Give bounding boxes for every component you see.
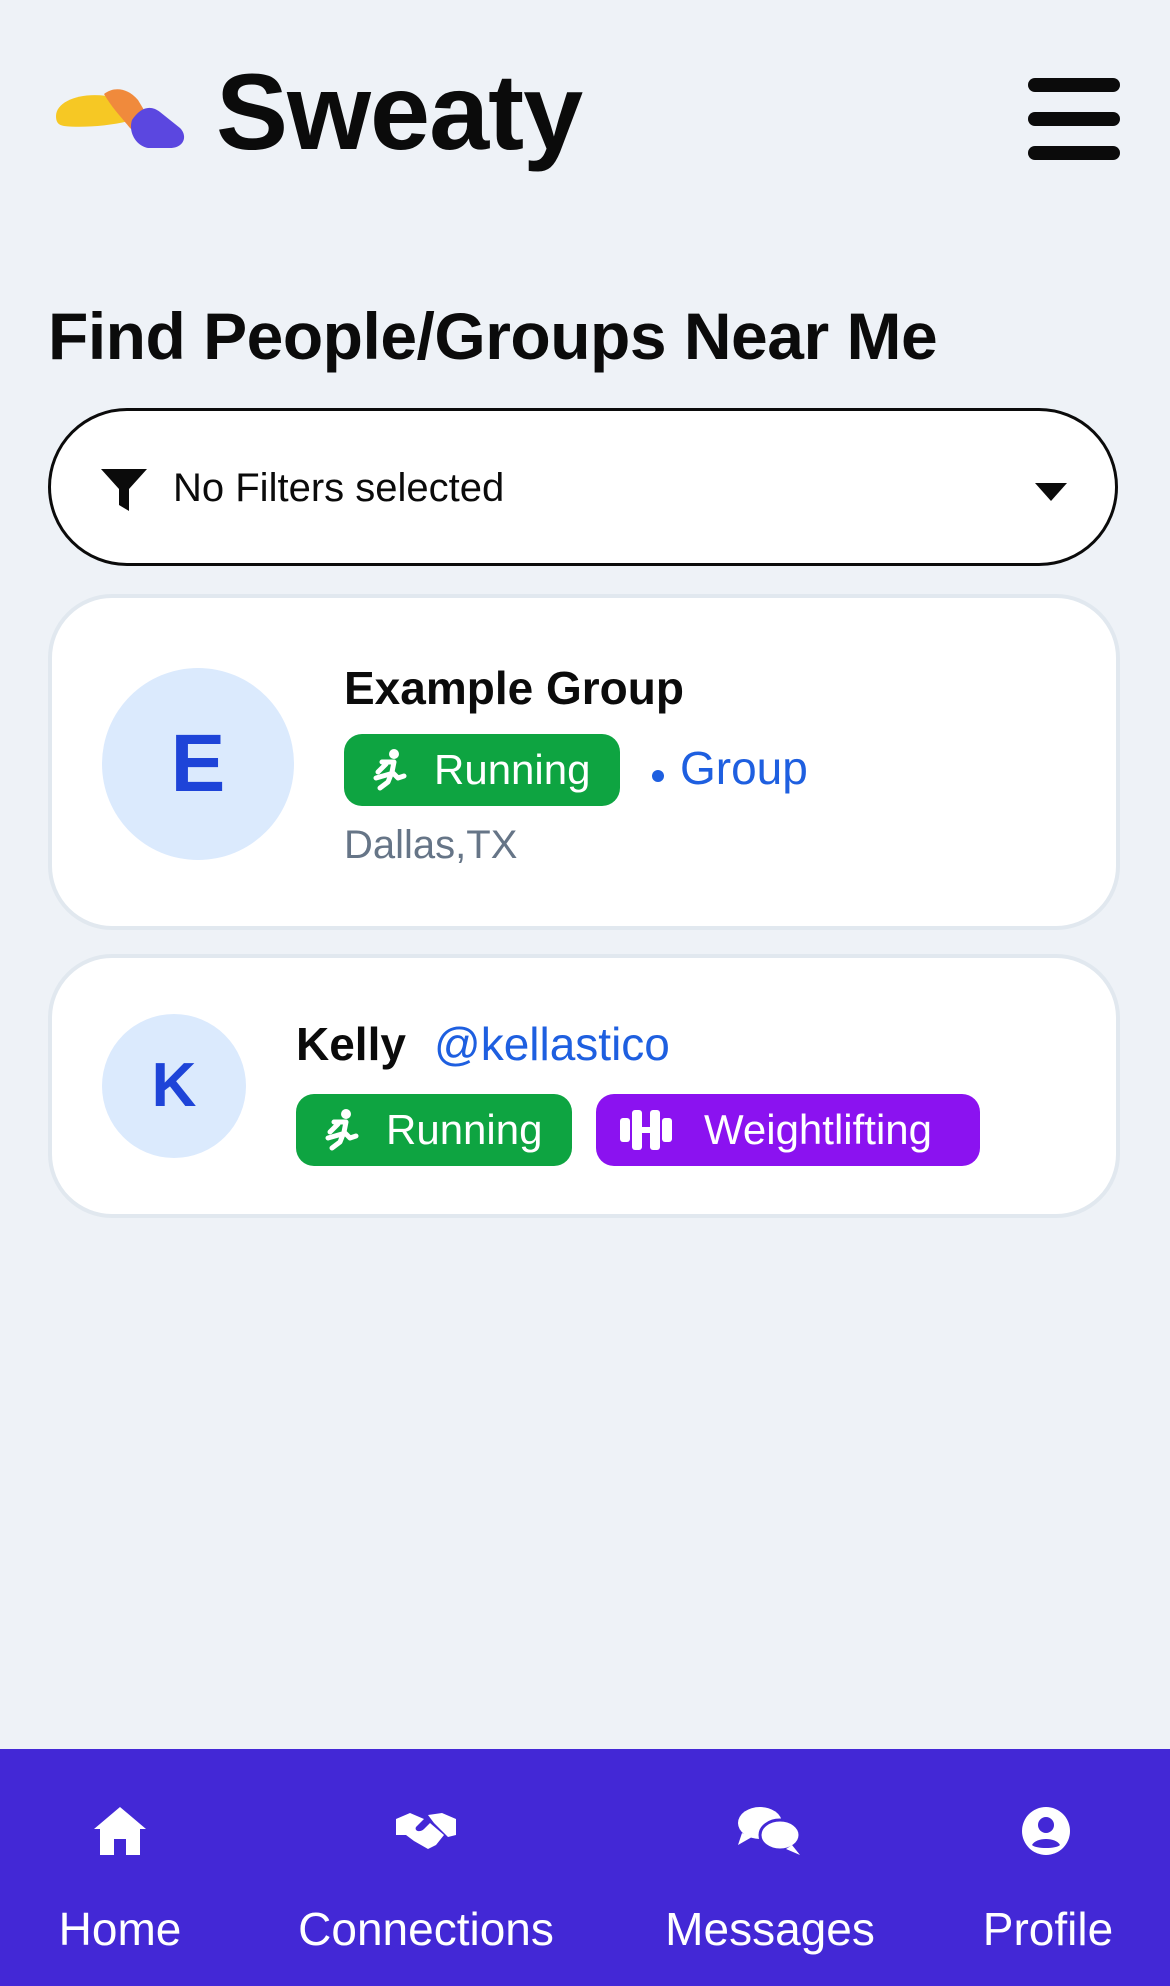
sweaty-logo-icon bbox=[56, 89, 185, 148]
page-title: Find People/Groups Near Me bbox=[48, 299, 938, 373]
hamburger-menu-icon[interactable] bbox=[1024, 74, 1124, 164]
tab-connections[interactable]: Connections bbox=[276, 1749, 576, 1986]
result-card-person[interactable]: K Kelly @kellastico Running Weightliftin… bbox=[48, 954, 1120, 1218]
dumbbell-icon bbox=[620, 1110, 672, 1150]
filter-label: No Filters selected bbox=[173, 466, 505, 510]
result-card-group[interactable]: E Example Group Running Group Dallas,TX bbox=[48, 594, 1120, 930]
user-circle-icon bbox=[1022, 1807, 1070, 1855]
activity-tag-running: Running bbox=[296, 1094, 572, 1166]
filter-dropdown[interactable]: No Filters selected bbox=[48, 408, 1118, 566]
running-icon bbox=[325, 1109, 359, 1151]
tag-label: Running bbox=[434, 746, 591, 793]
tab-messages[interactable]: Messages bbox=[640, 1749, 900, 1986]
result-name: Kelly bbox=[296, 1018, 406, 1070]
home-icon bbox=[94, 1807, 146, 1855]
separator-dot bbox=[652, 770, 664, 782]
activity-tag-weightlifting: Weightlifting bbox=[596, 1094, 980, 1166]
tab-label: Messages bbox=[665, 1903, 875, 1955]
result-name: Example Group bbox=[344, 662, 684, 714]
tab-label: Profile bbox=[982, 1903, 1114, 1955]
tag-label: Weightlifting bbox=[704, 1106, 933, 1153]
avatar: E bbox=[102, 668, 294, 860]
app-header: Sweaty bbox=[0, 0, 1170, 200]
tab-home[interactable]: Home bbox=[20, 1749, 220, 1986]
caret-down-icon bbox=[1035, 483, 1067, 501]
tab-label: Home bbox=[58, 1903, 182, 1955]
tab-label: Connections bbox=[298, 1903, 554, 1955]
avatar: K bbox=[102, 1014, 246, 1158]
result-type: Group bbox=[680, 742, 808, 794]
tab-profile[interactable]: Profile bbox=[960, 1749, 1136, 1986]
app-title: Sweaty bbox=[216, 51, 583, 172]
handshake-icon bbox=[396, 1813, 456, 1849]
result-handle[interactable]: @kellastico bbox=[434, 1016, 670, 1072]
bottom-tab-bar: Home Connections Messages Profile bbox=[0, 1749, 1170, 1986]
tag-label: Running bbox=[386, 1106, 543, 1153]
activity-tag-running: Running bbox=[344, 734, 620, 806]
running-icon bbox=[373, 749, 407, 791]
funnel-icon bbox=[101, 469, 147, 511]
result-location: Dallas,TX bbox=[344, 823, 518, 867]
chat-bubbles-icon bbox=[738, 1807, 802, 1855]
